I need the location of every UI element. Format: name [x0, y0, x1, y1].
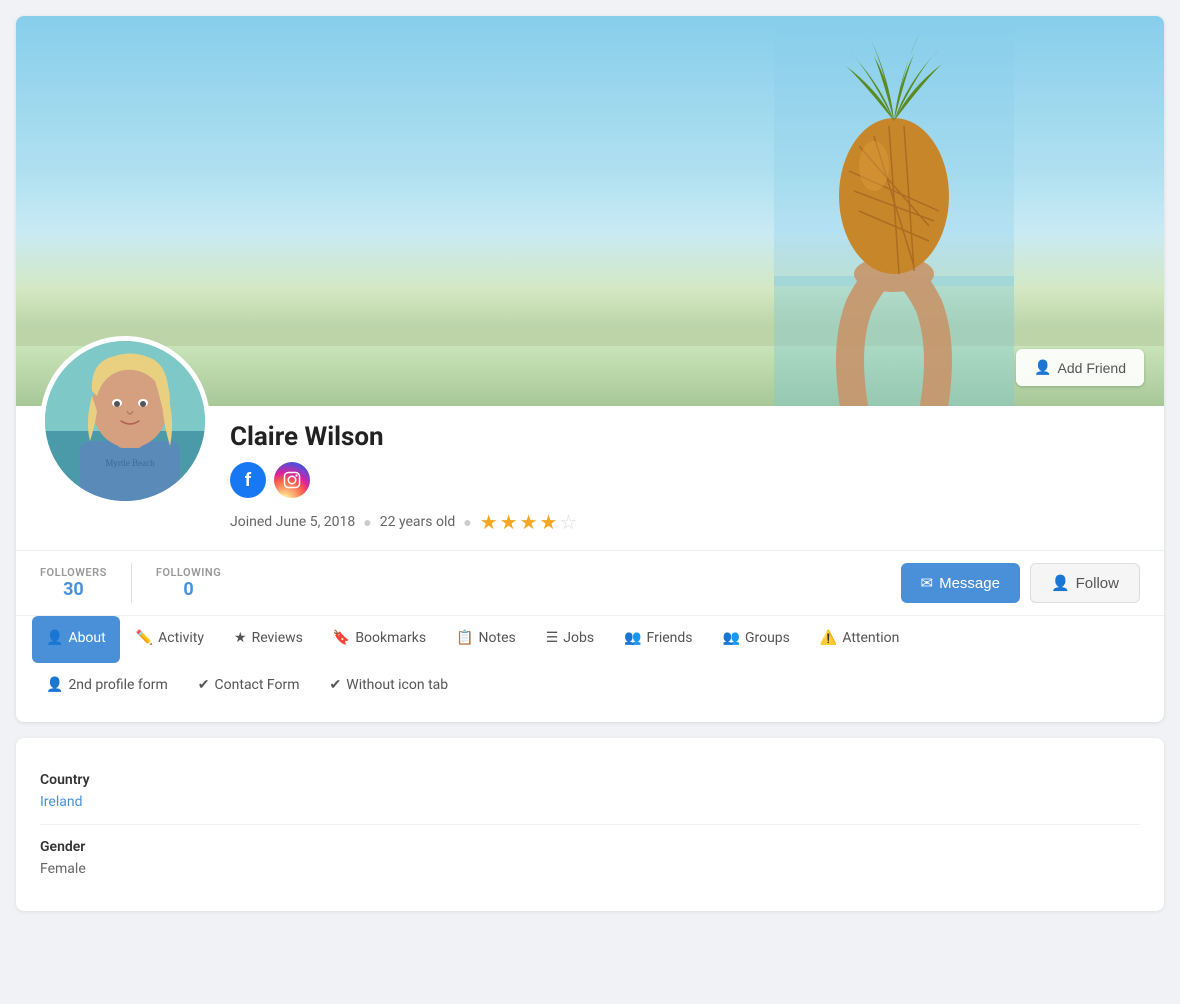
tab-without-icon[interactable]: ✔ Without icon tab	[316, 663, 463, 710]
profile-name: Claire Wilson	[230, 422, 1140, 452]
dot-separator-2: ●	[463, 514, 471, 531]
tab-activity[interactable]: ✏️ Activity	[122, 616, 218, 663]
tab-attention[interactable]: ⚠️ Attention	[806, 616, 913, 663]
country-label: Country	[40, 772, 1140, 788]
avatar-wrapper: Myrtle Beach	[40, 336, 210, 506]
join-date: Joined June 5, 2018	[230, 514, 355, 530]
following-count: 0	[156, 579, 221, 600]
friends-tab-label: Friends	[647, 630, 693, 646]
tab-friends[interactable]: 👥 Friends	[610, 616, 706, 663]
tab-bookmarks[interactable]: 🔖 Bookmarks	[319, 616, 440, 663]
about-tab-label: About	[68, 630, 105, 646]
age: 22 years old	[380, 514, 456, 530]
country-value: Ireland	[40, 794, 1140, 810]
profile-name-area: Claire Wilson f Joined June 5, 2018 ●	[230, 406, 1140, 534]
tab-reviews[interactable]: ★ Reviews	[220, 616, 317, 663]
attention-tab-icon: ⚠️	[820, 630, 837, 646]
followers-stat: FOLLOWERS 30	[40, 566, 127, 600]
groups-tab-icon: 👥	[723, 630, 740, 646]
reviews-tab-label: Reviews	[252, 630, 303, 646]
dot-separator-1: ●	[363, 514, 371, 531]
activity-tab-icon: ✏️	[136, 630, 153, 646]
contact-form-tab-icon: ✔	[198, 677, 210, 693]
follow-button[interactable]: 👤 Follow	[1030, 563, 1140, 603]
attention-tab-label: Attention	[842, 630, 899, 646]
star-1: ★	[480, 510, 498, 534]
2nd-profile-tab-icon: 👤	[46, 677, 63, 693]
star-2: ★	[500, 510, 518, 534]
tab-contact-form[interactable]: ✔ Contact Form	[184, 663, 314, 710]
2nd-profile-tab-label: 2nd profile form	[68, 677, 167, 693]
star-4: ★	[540, 510, 558, 534]
facebook-icon[interactable]: f	[230, 462, 266, 498]
stat-divider	[131, 563, 132, 603]
message-label: Message	[939, 575, 1000, 592]
tab-jobs[interactable]: ☰ Jobs	[532, 616, 608, 663]
country-field: Country Ireland	[40, 758, 1140, 825]
profile-info-section: Myrtle Beach	[16, 406, 1164, 550]
jobs-tab-icon: ☰	[546, 630, 559, 646]
tab-notes[interactable]: 📋 Notes	[442, 616, 530, 663]
about-tab-icon: 👤	[46, 630, 63, 646]
contact-form-tab-label: Contact Form	[215, 677, 300, 693]
profile-meta: Joined June 5, 2018 ● 22 years old ● ★ ★…	[230, 510, 1140, 534]
profile-card: 👤 Add Friend Myrtle	[16, 16, 1164, 722]
without-icon-tab-label: Without icon tab	[346, 677, 448, 693]
bookmarks-tab-label: Bookmarks	[355, 630, 426, 646]
instagram-icon[interactable]	[274, 462, 310, 498]
pineapple-illustration	[774, 26, 1014, 406]
tabs-row-2: 👤 2nd profile form ✔ Contact Form ✔ With…	[16, 663, 1164, 722]
notes-tab-icon: 📋	[456, 630, 473, 646]
gender-field: Gender Female	[40, 825, 1140, 891]
without-icon-tab-icon: ✔	[330, 677, 342, 693]
followers-count: 30	[40, 579, 107, 600]
tab-about[interactable]: 👤 About	[32, 616, 120, 663]
social-icons: f	[230, 462, 1140, 498]
stats-follow-row: FOLLOWERS 30 FOLLOWING 0 ✉ Message 👤 Fol…	[16, 550, 1164, 615]
tab-2nd-profile[interactable]: 👤 2nd profile form	[32, 663, 182, 710]
activity-tab-label: Activity	[158, 630, 204, 646]
page-wrapper: 👤 Add Friend Myrtle	[0, 0, 1180, 927]
jobs-tab-label: Jobs	[563, 630, 594, 646]
add-friend-button[interactable]: 👤 Add Friend	[1016, 349, 1144, 386]
tab-groups[interactable]: 👥 Groups	[709, 616, 804, 663]
content-section: Country Ireland Gender Female	[16, 738, 1164, 911]
avatar: Myrtle Beach	[40, 336, 210, 506]
friends-tab-icon: 👥	[624, 630, 641, 646]
gender-label: Gender	[40, 839, 1140, 855]
notes-tab-label: Notes	[479, 630, 516, 646]
add-friend-label: Add Friend	[1058, 360, 1126, 376]
message-icon: ✉	[921, 574, 934, 592]
star-3: ★	[520, 510, 538, 534]
reviews-tab-icon: ★	[234, 630, 247, 646]
following-label: FOLLOWING	[156, 566, 221, 579]
message-button[interactable]: ✉ Message	[901, 563, 1020, 603]
groups-tab-label: Groups	[745, 630, 790, 646]
follow-label: Follow	[1076, 575, 1119, 592]
following-stat: FOLLOWING 0	[136, 566, 241, 600]
svg-text:Myrtle Beach: Myrtle Beach	[105, 458, 155, 468]
star-5: ☆	[559, 510, 577, 534]
star-rating: ★ ★ ★ ★ ☆	[480, 510, 578, 534]
tabs-row-1: 👤 About ✏️ Activity ★ Reviews 🔖 Bookmark…	[16, 615, 1164, 663]
followers-label: FOLLOWERS	[40, 566, 107, 579]
person-icon: 👤	[1034, 359, 1051, 376]
bookmarks-tab-icon: 🔖	[333, 630, 350, 646]
follow-icon: 👤	[1051, 574, 1070, 592]
gender-value: Female	[40, 861, 1140, 877]
action-buttons: ✉ Message 👤 Follow	[901, 563, 1141, 603]
